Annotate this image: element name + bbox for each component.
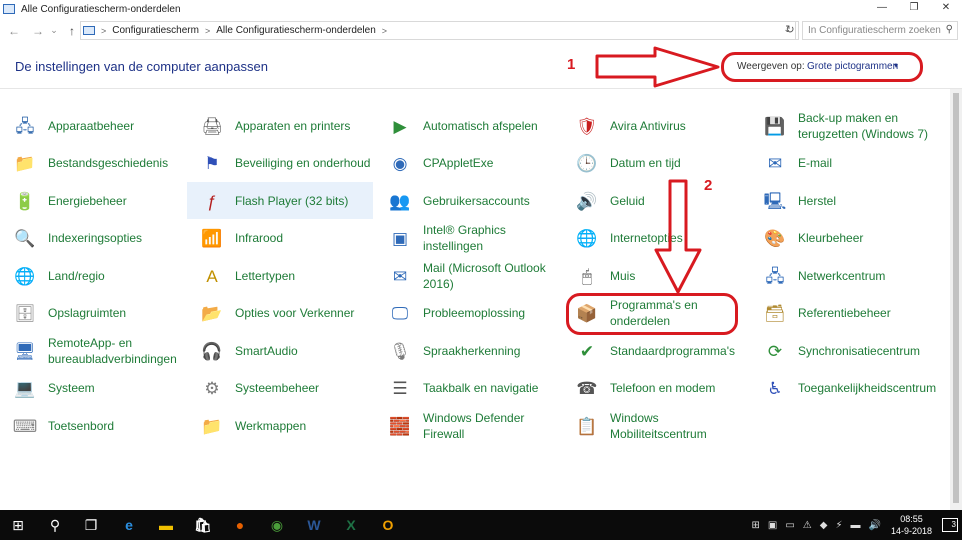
tray-icon[interactable]: ▬ (851, 520, 861, 531)
start-button[interactable]: ⊞ (0, 510, 36, 540)
annotation-circle-programs (566, 293, 738, 335)
annotation-arrow-2 (654, 179, 702, 294)
taskbar-app-outlook[interactable]: O (370, 510, 406, 540)
search-button[interactable]: ⚲ (37, 510, 73, 540)
annotation-label-2: 2 (704, 177, 713, 194)
vertical-scrollbar[interactable] (950, 89, 962, 510)
taskbar: ⊞ ⚲ ❐ e ▬ 🛍 ● ◉ W X O ⊞ ▣ ▭ ⚠ ◆ ⚡ ▬ 🔊 08:55 14-9-2018 … (0, 510, 962, 540)
taskbar-app-chrome[interactable]: ◉ (259, 510, 295, 540)
tray-icon[interactable]: ⚠ (803, 520, 812, 531)
search-icon: ⚲ (49, 516, 61, 533)
system-tray: ⊞ ▣ ▭ ⚠ ◆ ⚡ ▬ 🔊 08:55 14-9-2018 3 (748, 510, 958, 540)
tray-icon[interactable]: ⚡ (835, 520, 842, 531)
annotation-arrow-1 (595, 46, 720, 88)
action-center-button[interactable]: 3 (942, 518, 958, 532)
taskbar-app-word[interactable]: W (296, 510, 332, 540)
task-view-icon: ❐ (84, 516, 98, 533)
taskbar-app-store[interactable]: 🛍 (185, 510, 221, 540)
scrollbar-thumb[interactable] (953, 93, 959, 503)
taskbar-app-explorer[interactable]: ▬ (148, 510, 184, 540)
tray-icon[interactable]: ⊞ (752, 520, 760, 531)
task-view-button[interactable]: ❐ (73, 510, 109, 540)
taskbar-app-firefox[interactable]: ● (222, 510, 258, 540)
tray-icon[interactable]: ▣ (768, 520, 777, 531)
tray-icon[interactable]: 🔊 (869, 520, 881, 531)
annotation-label-1: 1 (567, 56, 576, 73)
tray-icon[interactable]: ◆ (820, 520, 828, 531)
clock-date: 14-9-2018 (890, 526, 932, 536)
annotation-circle-view-by (721, 52, 923, 82)
windows-logo-icon: ⊞ (12, 516, 24, 533)
taskbar-app-edge[interactable]: e (111, 510, 147, 540)
clock-time: 08:55 (900, 514, 923, 524)
clock[interactable]: 08:55 14-9-2018 (891, 513, 932, 537)
tray-icon[interactable]: ▭ (785, 520, 794, 531)
taskbar-app-excel[interactable]: X (333, 510, 369, 540)
